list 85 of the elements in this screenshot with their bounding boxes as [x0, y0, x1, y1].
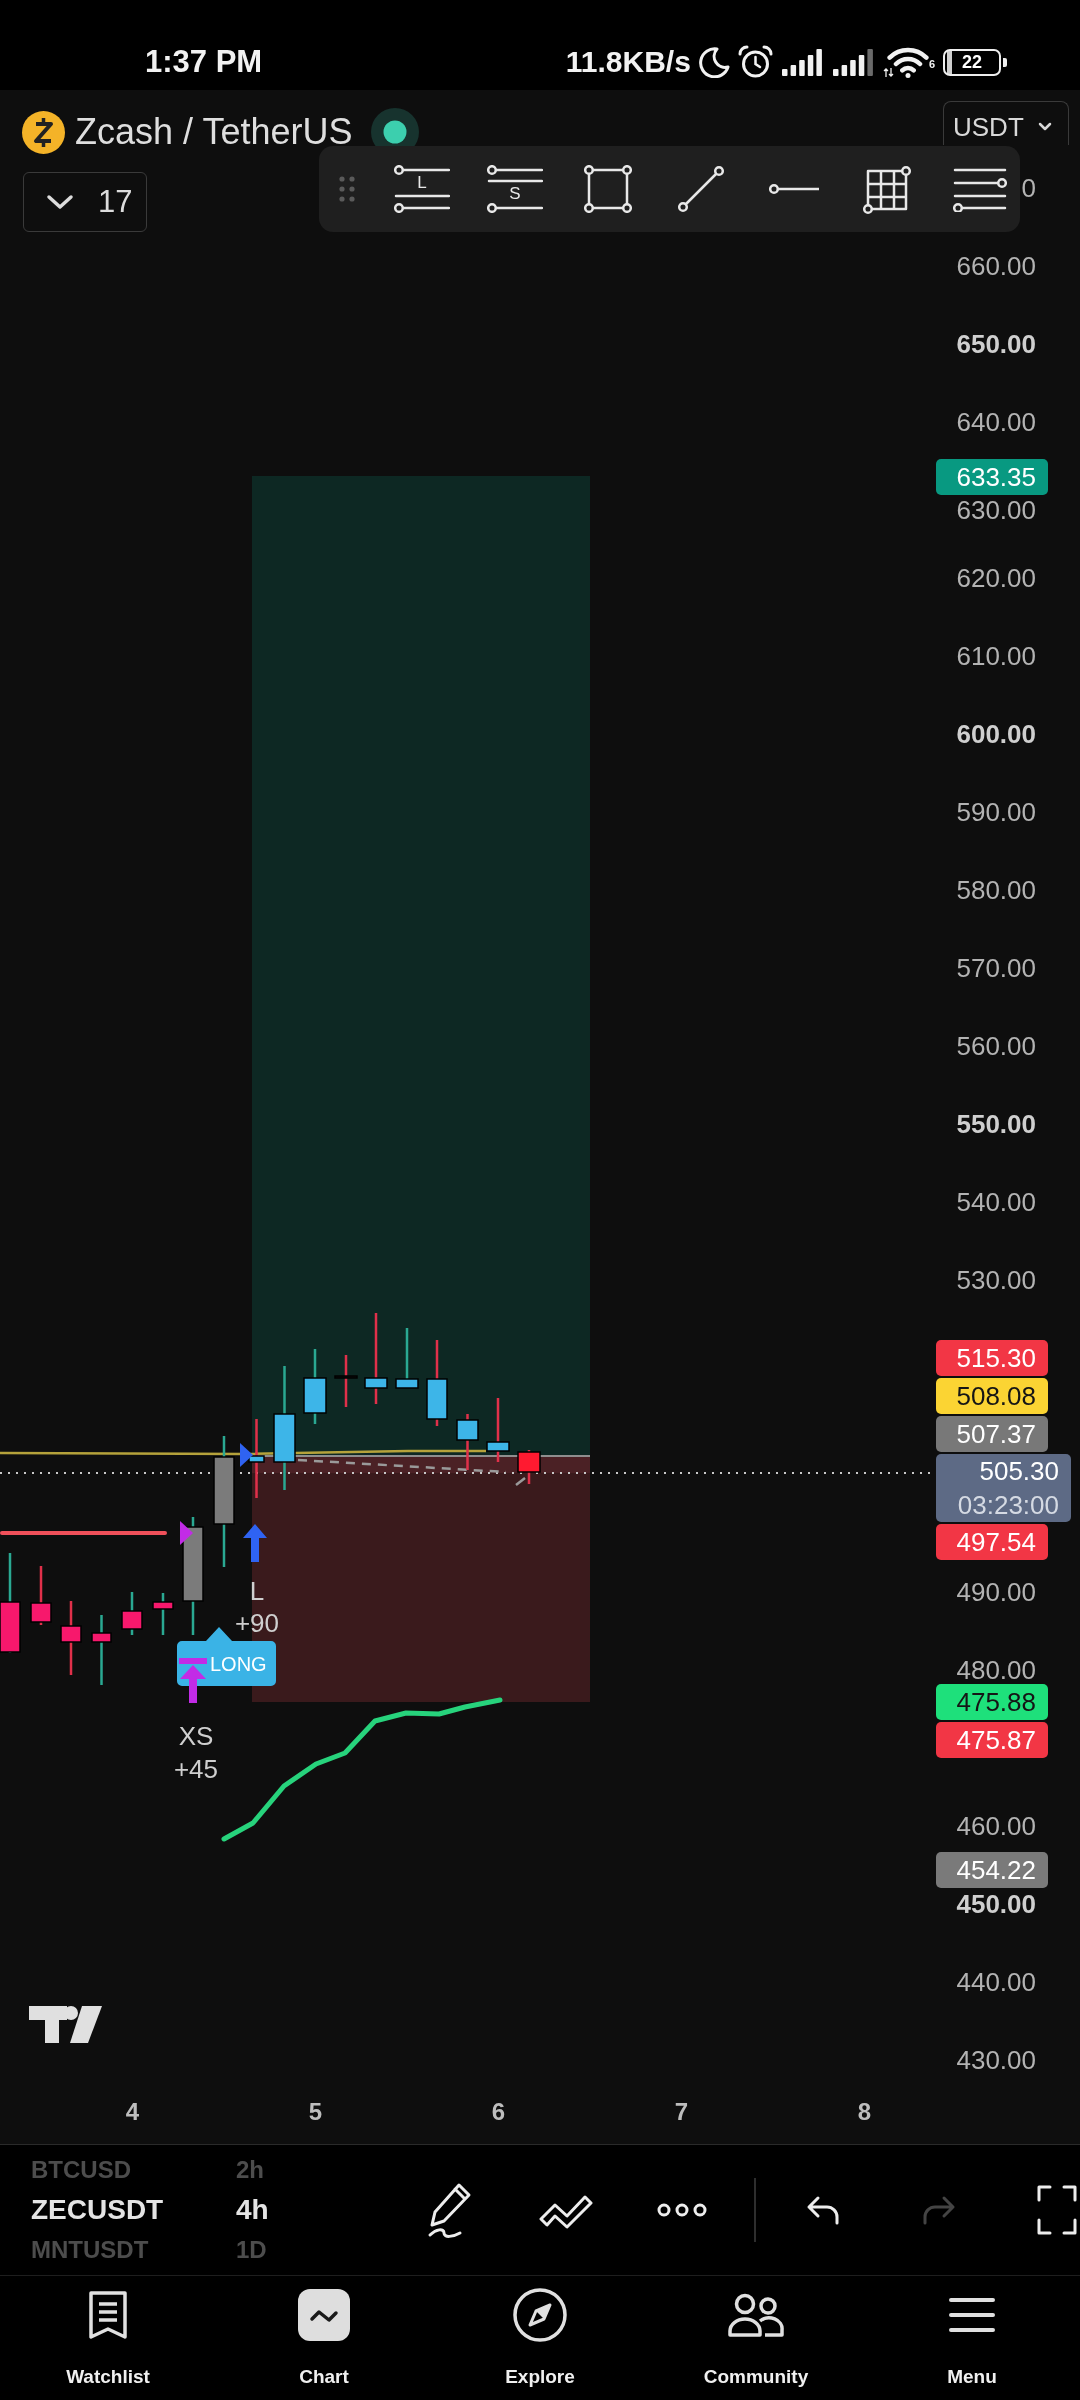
price-axis-label: 440.00	[956, 1968, 1036, 1996]
price-axis-label: 600.00	[956, 720, 1036, 748]
triangle-icon	[180, 1521, 193, 1545]
price-axis-label: 530.00	[956, 1266, 1036, 1294]
price-axis-label: 480.00	[956, 1656, 1036, 1684]
nav-tab[interactable]: Menu	[864, 2276, 1080, 2400]
signal-amount: +45	[173, 1754, 219, 1784]
status-time: 1:37 PM	[145, 44, 263, 80]
candlestick	[152, 1593, 174, 1635]
price-tag: 475.87	[936, 1722, 1048, 1758]
interval-label[interactable]: 4h	[236, 2194, 269, 2226]
candlestick	[121, 1592, 143, 1635]
short-position-icon	[487, 165, 543, 213]
price-tag: 475.88	[936, 1684, 1048, 1720]
time-axis-label: 6	[490, 2098, 507, 2126]
moon-icon	[698, 46, 730, 78]
time-axis-label: 7	[673, 2098, 690, 2126]
coin-logo-icon	[22, 110, 65, 154]
candlestick	[334, 1355, 358, 1407]
candlestick	[456, 1414, 479, 1470]
network-type-label: 6	[928, 58, 935, 70]
candlestick	[30, 1566, 52, 1625]
countdown-timer: 03:23:00	[957, 1489, 1059, 1522]
price-axis-label: 630.00	[956, 496, 1036, 524]
signal-label: L	[249, 1576, 265, 1606]
logo-icon	[29, 2006, 102, 2043]
price-axis-label: 550.00	[956, 1110, 1036, 1138]
price-tag: 507.37	[936, 1416, 1048, 1452]
price-value: 505.30	[979, 1455, 1059, 1488]
arrow-bar-icon	[179, 1658, 207, 1703]
price-tag: 508.08	[936, 1378, 1048, 1414]
symbol-name[interactable]: ZECUSDT	[31, 2194, 236, 2226]
price-axis-label: 660.00	[956, 252, 1036, 280]
price-axis-label: 0	[1021, 174, 1036, 202]
network-speed: 11.8KB/s	[565, 44, 691, 80]
time-axis-label: 5	[307, 2098, 324, 2126]
price-axis-label: 460.00	[956, 1812, 1036, 1840]
nav-tab[interactable]: Explore	[432, 2276, 648, 2400]
chevron-down-icon	[46, 194, 74, 210]
drag-handle-icon[interactable]	[338, 175, 356, 203]
price-axis-label: 570.00	[956, 954, 1036, 982]
alarm-clock-icon	[737, 45, 773, 79]
price-axis-label: 490.00	[956, 1578, 1036, 1606]
price-axis-label: 560.00	[956, 1032, 1036, 1060]
long-position-tool[interactable]: L	[393, 165, 451, 213]
rectangle-icon	[584, 165, 632, 213]
price-axis-label: 580.00	[956, 876, 1036, 904]
price-tag: 633.35	[936, 459, 1048, 495]
candlestick	[486, 1398, 510, 1462]
grid-icon	[862, 165, 912, 215]
up-arrow-icon	[243, 1524, 267, 1562]
price-tag: 515.30	[936, 1340, 1048, 1376]
price-axis-label: 540.00	[956, 1188, 1036, 1216]
currency-dropdown[interactable]: USDT	[943, 101, 1069, 145]
signal-icon	[780, 48, 824, 76]
price-axis-label: 640.00	[956, 408, 1036, 436]
price-axis-label: 430.00	[956, 2046, 1036, 2074]
nav-tab[interactable]: Community	[648, 2276, 864, 2400]
time-axis-label: 8	[856, 2098, 873, 2126]
nav-tab[interactable]: Chart	[216, 2276, 432, 2400]
price-axis-label: 650.00	[956, 330, 1036, 358]
battery-indicator: 22	[943, 48, 1007, 76]
triangle-icon	[240, 1443, 253, 1467]
price-axis-label: 590.00	[956, 798, 1036, 826]
price-axis-label: 450.00	[956, 1890, 1036, 1918]
wifi-icon	[882, 46, 929, 78]
symbol-title: Zcash / TetherUS	[75, 115, 353, 149]
signal-label: XS	[178, 1721, 214, 1751]
candlestick	[91, 1615, 112, 1685]
price-tag: 497.54	[936, 1524, 1048, 1560]
candlestick	[395, 1328, 419, 1389]
trend-line-icon	[677, 165, 725, 213]
price-axis-label: 610.00	[956, 642, 1036, 670]
signal-icon	[831, 48, 875, 76]
time-axis-label: 4	[124, 2098, 141, 2126]
chevron-down-icon	[1037, 122, 1052, 131]
legend-toggle[interactable]: 17	[23, 172, 147, 232]
long-position-icon	[394, 165, 450, 213]
parallel-lines-icon	[953, 166, 1007, 212]
short-position-tool[interactable]: S	[486, 165, 544, 213]
price-axis-label: 620.00	[956, 564, 1036, 592]
nav-tab[interactable]: Watchlist	[0, 2276, 216, 2400]
price-tag: 454.22	[936, 1852, 1048, 1888]
horizontal-ray-icon	[769, 183, 819, 195]
candlestick	[517, 1450, 541, 1484]
